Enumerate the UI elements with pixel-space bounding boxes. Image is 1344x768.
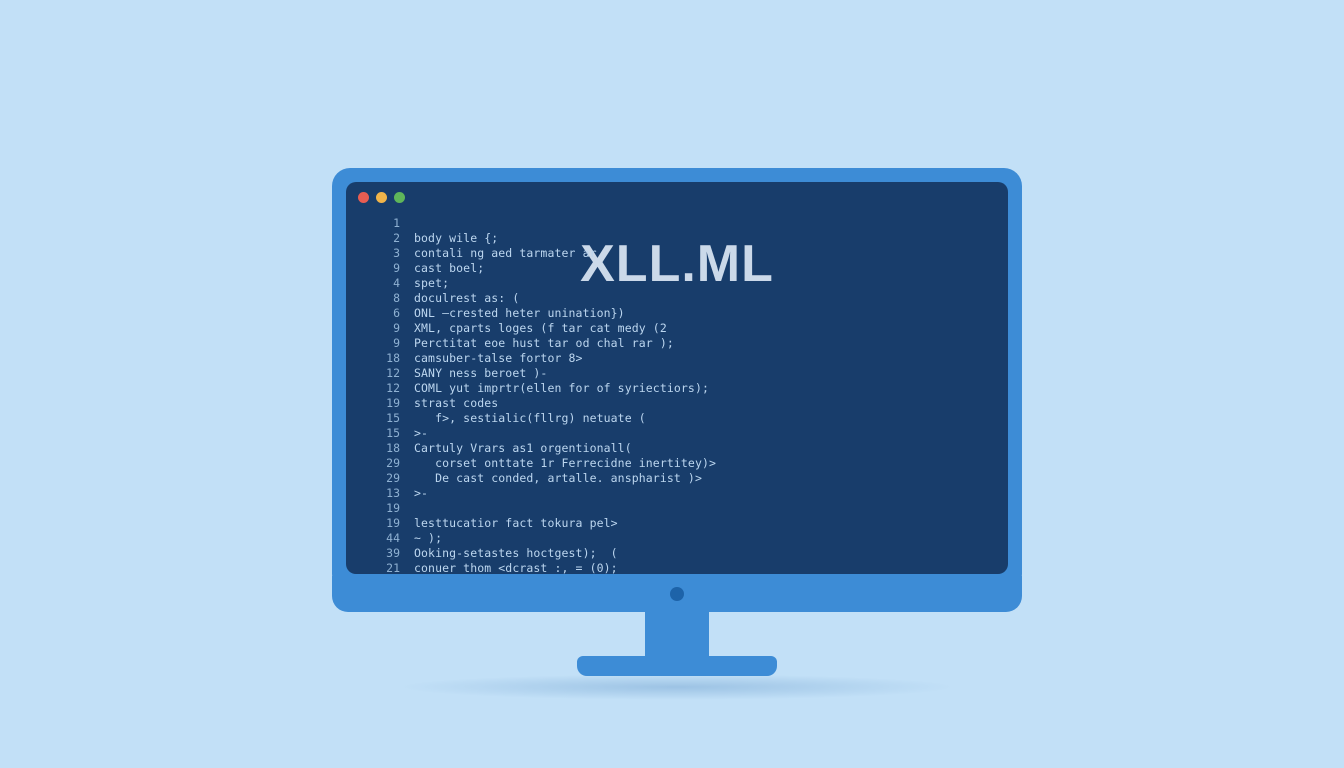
line-number: 18 bbox=[370, 441, 400, 456]
code-text: ~ ); bbox=[414, 531, 442, 546]
code-line: 3 contali ng aed tarmater ar bbox=[370, 246, 984, 261]
code-line: 29 corset onttate 1r Ferrecidne inertite… bbox=[370, 456, 984, 471]
code-text: Ooking-setastes hoctgest); ( bbox=[414, 546, 618, 561]
code-text: >- bbox=[414, 426, 428, 441]
code-text: Perctitat eoe hust tar od chal rar ); bbox=[414, 336, 674, 351]
code-line: 18 camsuber-talse fortor 8> bbox=[370, 351, 984, 366]
code-text: lesttucatior fact tokura pel> bbox=[414, 516, 618, 531]
line-number: 1 bbox=[370, 216, 400, 231]
line-number: 29 bbox=[370, 471, 400, 486]
line-number: 9 bbox=[370, 261, 400, 276]
monitor-base bbox=[577, 656, 777, 676]
code-line: 12 COML yut imprtr(ellen for of syriectio… bbox=[370, 381, 984, 396]
line-number: 6 bbox=[370, 306, 400, 321]
line-number: 3 bbox=[370, 246, 400, 261]
code-line: 29 De cast conded, artalle. anspharist )… bbox=[370, 471, 984, 486]
line-number: 2 bbox=[370, 231, 400, 246]
code-text: XML, cparts loges (f tar cat medy (2 bbox=[414, 321, 667, 336]
code-text: Cartuly Vrars as1 orgentionall( bbox=[414, 441, 632, 456]
monitor-neck bbox=[645, 608, 709, 660]
minimize-icon bbox=[376, 192, 387, 203]
code-line: 19 lesttucatior fact tokura pel> bbox=[370, 516, 984, 531]
code-line: 9 cast boel; bbox=[370, 261, 984, 276]
line-number: 8 bbox=[370, 291, 400, 306]
line-number: 29 bbox=[370, 456, 400, 471]
line-number: 19 bbox=[370, 396, 400, 411]
code-text: SANY ness beroet )- bbox=[414, 366, 547, 381]
monitor-button-icon bbox=[670, 587, 684, 601]
line-number: 39 bbox=[370, 546, 400, 561]
code-line: 12 SANY ness beroet )- bbox=[370, 366, 984, 381]
code-line: 39 Ooking-setastes hoctgest); ( bbox=[370, 546, 984, 561]
code-text: cast boel; bbox=[414, 261, 484, 276]
code-text: ONL —crested heter unination}) bbox=[414, 306, 625, 321]
code-text: body wile {; bbox=[414, 231, 498, 246]
line-number: 13 bbox=[370, 486, 400, 501]
line-number: 12 bbox=[370, 366, 400, 381]
close-icon bbox=[358, 192, 369, 203]
illustration-scene: XLL.ML 12body wile {;3contali ng aed tar… bbox=[0, 0, 1344, 768]
code-line: 21 conuer thom <dcrast :, = (0); bbox=[370, 561, 984, 574]
code-line: 19 strast codes bbox=[370, 396, 984, 411]
code-line: 4 spet; bbox=[370, 276, 984, 291]
code-block: 12 body wile {; 3 contali ng aed tarmater a… bbox=[370, 216, 984, 562]
code-text: doculrest as: ( bbox=[414, 291, 519, 306]
code-text: >- bbox=[414, 486, 428, 501]
line-number: 15 bbox=[370, 411, 400, 426]
line-number: 18 bbox=[370, 351, 400, 366]
code-line: 18 Cartuly Vrars as1 orgentionall( bbox=[370, 441, 984, 456]
code-line: 15 >- bbox=[370, 426, 984, 441]
code-line: 2 body wile {; bbox=[370, 231, 984, 246]
code-line: 19 bbox=[370, 501, 984, 516]
code-text: spet; bbox=[414, 276, 449, 291]
code-line: 44 ~ ); bbox=[370, 531, 984, 546]
line-number: 9 bbox=[370, 336, 400, 351]
line-number: 19 bbox=[370, 516, 400, 531]
line-number: 9 bbox=[370, 321, 400, 336]
line-number: 12 bbox=[370, 381, 400, 396]
code-text: camsuber-talse fortor 8> bbox=[414, 351, 583, 366]
code-line: 9 XML, cparts loges (f tar cat medy (2 bbox=[370, 321, 984, 336]
code-text: conuer thom <dcrast :, = (0); bbox=[414, 561, 618, 574]
line-number: 21 bbox=[370, 561, 400, 574]
maximize-icon bbox=[394, 192, 405, 203]
line-number: 19 bbox=[370, 501, 400, 516]
code-text: strast codes bbox=[414, 396, 498, 411]
monitor-chin bbox=[332, 576, 1022, 612]
desk-shadow bbox=[397, 674, 957, 700]
line-number: 4 bbox=[370, 276, 400, 291]
code-line: 6 ONL —crested heter unination}) bbox=[370, 306, 984, 321]
code-text: corset onttate 1r Ferrecidne inertitey)> bbox=[414, 456, 716, 471]
code-editor-screen: XLL.ML 12body wile {;3contali ng aed tar… bbox=[346, 182, 1008, 574]
monitor-bezel: XLL.ML 12body wile {;3contali ng aed tar… bbox=[332, 168, 1022, 588]
code-text: COML yut imprtr(ellen for of syriectiors… bbox=[414, 381, 709, 396]
code-line: 9 Perctitat eoe hust tar od chal rar ); bbox=[370, 336, 984, 351]
code-line: 13 >- bbox=[370, 486, 984, 501]
line-number: 15 bbox=[370, 426, 400, 441]
window-traffic-lights bbox=[358, 192, 405, 203]
code-line: 1 bbox=[370, 216, 984, 231]
code-text: contali ng aed tarmater ar bbox=[414, 246, 597, 261]
code-line: 15 f>, sestialic(fllrg) netuate ( bbox=[370, 411, 984, 426]
line-number: 44 bbox=[370, 531, 400, 546]
code-text: f>, sestialic(fllrg) netuate ( bbox=[414, 411, 646, 426]
monitor: XLL.ML 12body wile {;3contali ng aed tar… bbox=[332, 168, 1022, 708]
code-text: De cast conded, artalle. anspharist )> bbox=[414, 471, 702, 486]
code-line: 8 doculrest as: ( bbox=[370, 291, 984, 306]
